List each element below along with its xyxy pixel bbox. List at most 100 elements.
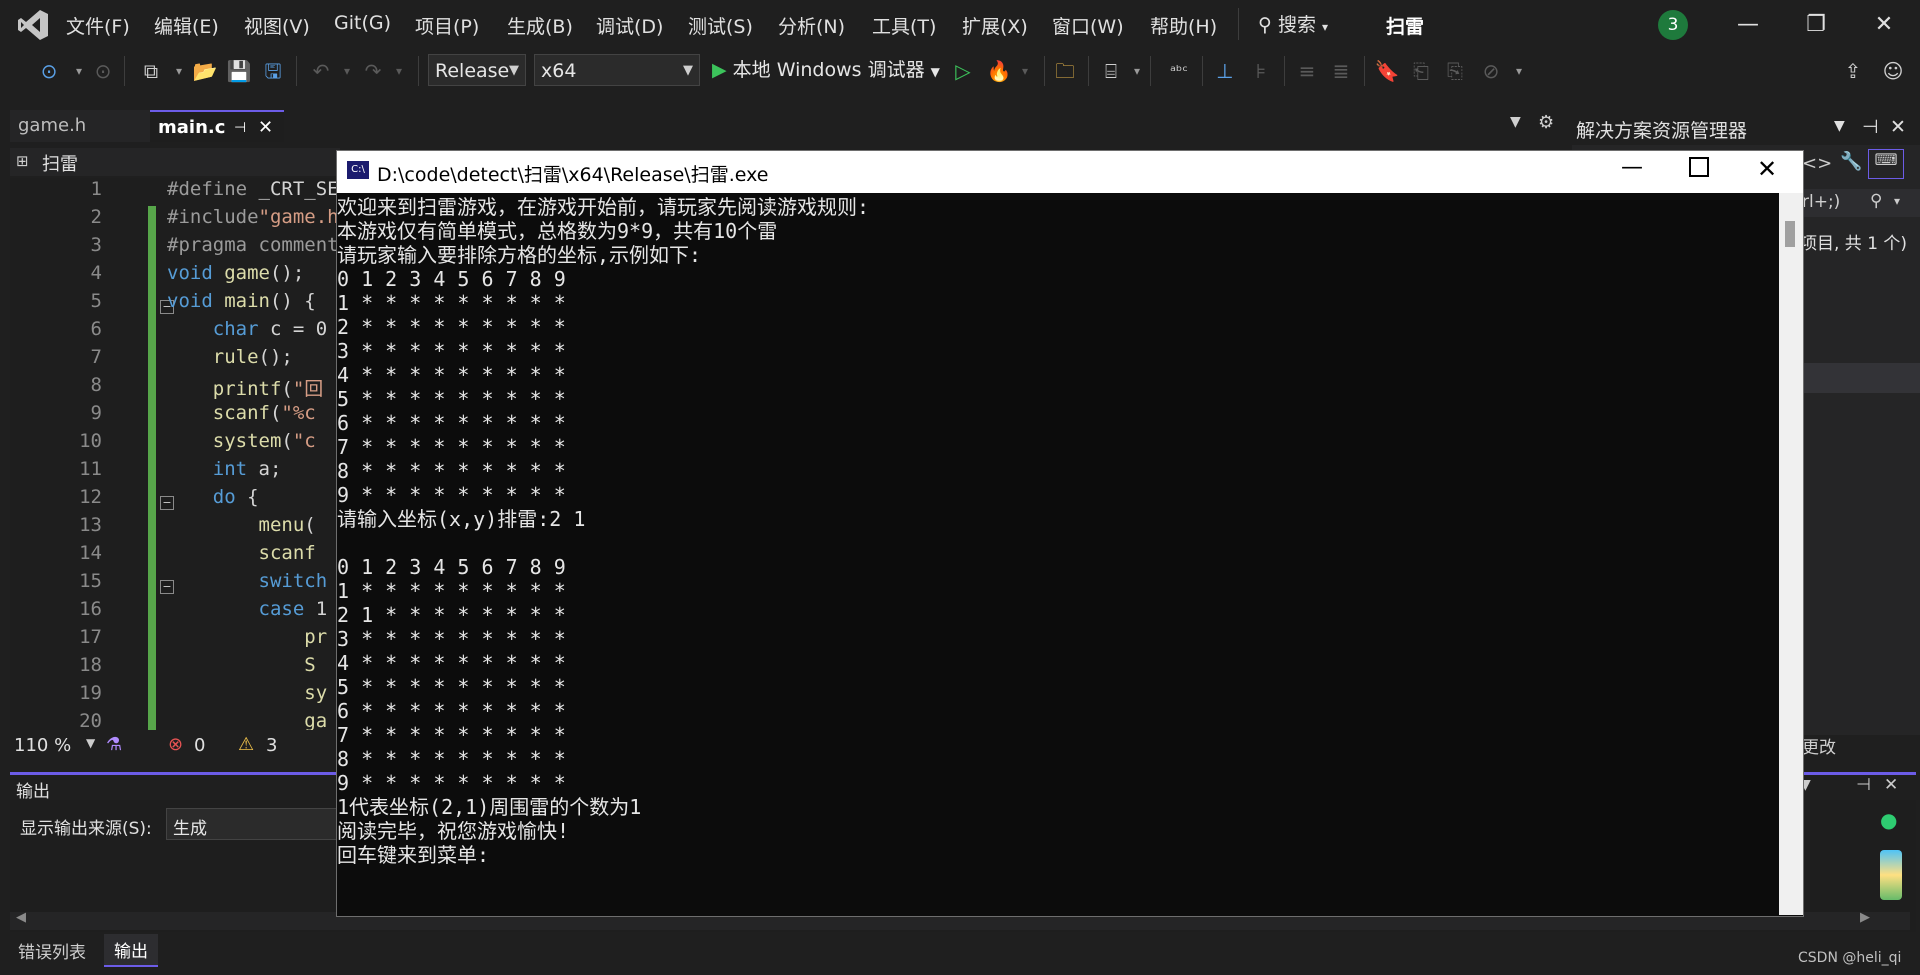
share-icon[interactable]: ⇪ [1840,58,1866,84]
menu-extensions[interactable]: 扩展(X) [962,12,1028,39]
save-all-icon[interactable]: 🖫 [260,58,286,84]
console-title-bar[interactable]: C:\ D:\code\detect\扫雷\x64\Release\扫雷.exe… [337,151,1803,193]
configuration-select[interactable]: Release ▼ [428,54,526,86]
search-label: 搜索 [1277,14,1316,36]
line-number: 10 [79,430,102,452]
undo-dropdown-icon[interactable]: ▾ [334,58,360,84]
settings-gear-icon[interactable]: ⚙ [1538,112,1554,133]
bookmark-icon[interactable]: 🔖 [1374,58,1400,84]
wrench-icon[interactable]: 🔧 [1840,151,1862,172]
chevron-down-icon[interactable]: ▼ [86,736,95,750]
menu-project[interactable]: 项目(P) [415,12,479,39]
close-tab-icon[interactable]: ✕ [258,112,273,144]
spell-check-icon[interactable]: ᵃᵇᶜ [1166,58,1192,84]
code-editor[interactable]: 1 2 3 4 5 6 7 8 9 10 11 12 13 14 15 16 17 18 19 20 − − − #d… [10,178,340,730]
preview-toggle-icon[interactable]: ⌨ [1868,149,1904,179]
line-number: 15 [79,570,102,592]
back-navigation-icon[interactable]: ⊙ [36,58,62,84]
console-line: 6 * * * * * * * * * [337,411,566,435]
code-line: ga [304,710,328,730]
layout-dropdown-icon[interactable]: ▾ [1124,58,1150,84]
console-title: D:\code\detect\扫雷\x64\Release\扫雷.exe [377,164,769,186]
redo-icon[interactable]: ↷ [360,58,386,84]
line-number: 9 [90,402,102,424]
error-count[interactable]: 0 [194,735,205,756]
search-box[interactable]: ⚲ 搜索 ▾ [1258,10,1328,38]
console-maximize-icon[interactable] [1689,157,1709,177]
menu-tools[interactable]: 工具(T) [872,12,936,39]
menu-view[interactable]: 视图(V) [244,12,310,39]
toolbar-separator [1202,56,1203,86]
close-icon[interactable]: ✕ [1884,775,1898,795]
next-bookmark-icon[interactable]: ⎘ [1442,58,1468,84]
minimize-button[interactable]: — [1720,6,1776,44]
menu-git[interactable]: Git(G) [334,12,391,34]
tab-main-c[interactable]: main.c ⊣ ✕ [150,110,284,142]
scroll-left-icon[interactable]: ◀ [16,910,26,925]
save-icon[interactable]: 💾 [226,58,252,84]
console-window[interactable]: C:\ D:\code\detect\扫雷\x64\Release\扫雷.exe… [336,150,1804,917]
console-minimize-icon[interactable]: — [1621,155,1643,180]
console-close-icon[interactable]: ✕ [1757,155,1777,183]
outdent-icon[interactable]: ≡ [1294,58,1320,84]
menu-help[interactable]: 帮助(H) [1150,12,1217,39]
back-dropdown-icon[interactable]: ▾ [66,58,92,84]
pin-icon[interactable]: ⊣ [1862,116,1879,138]
prev-bookmark-icon[interactable]: ⎗ [1408,58,1434,84]
console-line: 本游戏仅有简单模式，总格数为9*9，共有10个雷 [337,219,778,243]
comment-icon[interactable]: ⊥ [1212,58,1238,84]
new-project-icon[interactable]: ⧉ [138,58,164,84]
platform-select[interactable]: x64 ▼ [534,54,700,86]
solution-tree-item[interactable] [1802,363,1920,393]
tab-error-list[interactable]: 错误列表 [18,938,86,963]
editor-navigation-bar[interactable]: ⊞ 扫雷 [10,148,340,176]
start-debugging-button[interactable]: ▶ 本地 Windows 调试器 ▼ [712,54,940,86]
redo-dropdown-icon[interactable]: ▾ [386,58,412,84]
change-indicator-bar [148,206,156,730]
visual-studio-logo-icon [18,10,48,40]
pin-icon[interactable]: ⊣ [1856,775,1871,795]
restore-button[interactable]: ❐ [1788,6,1844,44]
menu-window[interactable]: 窗口(W) [1052,12,1124,39]
new-dropdown-icon[interactable]: ▾ [166,58,192,84]
tab-output[interactable]: 输出 [104,934,158,967]
pin-icon[interactable]: ⊣ [234,112,246,144]
code-view-icon[interactable]: <> [1802,153,1832,174]
forward-navigation-icon[interactable]: ⊙ [90,58,116,84]
chevron-down-icon[interactable]: ▼ [1834,118,1845,134]
menu-test[interactable]: 测试(S) [688,12,753,39]
menu-build[interactable]: 生成(B) [507,12,573,39]
console-scroll-thumb[interactable] [1785,221,1795,247]
undo-icon[interactable]: ↶ [308,58,334,84]
zoom-level[interactable]: 110 % [14,735,71,756]
console-scrollbar[interactable] [1779,193,1803,915]
scroll-right-icon[interactable]: ▶ [1860,910,1870,925]
hot-reload-dropdown-icon[interactable]: ▾ [1012,58,1038,84]
toolbar-separator [124,56,125,86]
feedback-icon[interactable]: ☺ [1880,58,1906,84]
tab-list-dropdown-icon[interactable]: ▼ [1510,114,1521,130]
clear-bookmarks-icon[interactable]: ⊘ [1478,58,1504,84]
menu-analyze[interactable]: 分析(N) [778,12,845,39]
close-icon[interactable]: ✕ [1890,116,1906,138]
find-in-files-icon[interactable]: 🗀 [1052,58,1078,84]
menu-debug[interactable]: 调试(D) [596,12,663,39]
start-without-debugging-icon[interactable]: ▷ [950,58,976,84]
console-line: 阅读完毕，祝您游戏愉快! [337,819,570,843]
open-folder-icon[interactable]: 📂 [192,58,218,84]
minimize-icon: — [1737,12,1759,37]
tab-game-h[interactable]: game.h [10,110,150,142]
menu-file[interactable]: 文件(F) [66,12,130,39]
menu-edit[interactable]: 编辑(E) [154,12,219,39]
warning-count[interactable]: 3 [266,735,277,756]
changes-label[interactable]: 更改 [1802,733,1836,758]
indent-icon[interactable]: ≣ [1328,58,1354,84]
code-cleanup-icon[interactable]: ⚗ [106,734,122,755]
close-button[interactable]: ✕ [1856,6,1912,44]
solution-summary[interactable]: 项目, 共 1 个) [1800,229,1907,254]
uncomment-icon[interactable]: ⊧ [1248,58,1274,84]
toolbar-overflow-icon[interactable]: ▾ [1506,58,1532,84]
layout-icon[interactable]: ⌸ [1098,58,1124,84]
notification-badge[interactable]: 3 [1658,10,1688,40]
hot-reload-icon[interactable]: 🔥 [986,58,1012,84]
